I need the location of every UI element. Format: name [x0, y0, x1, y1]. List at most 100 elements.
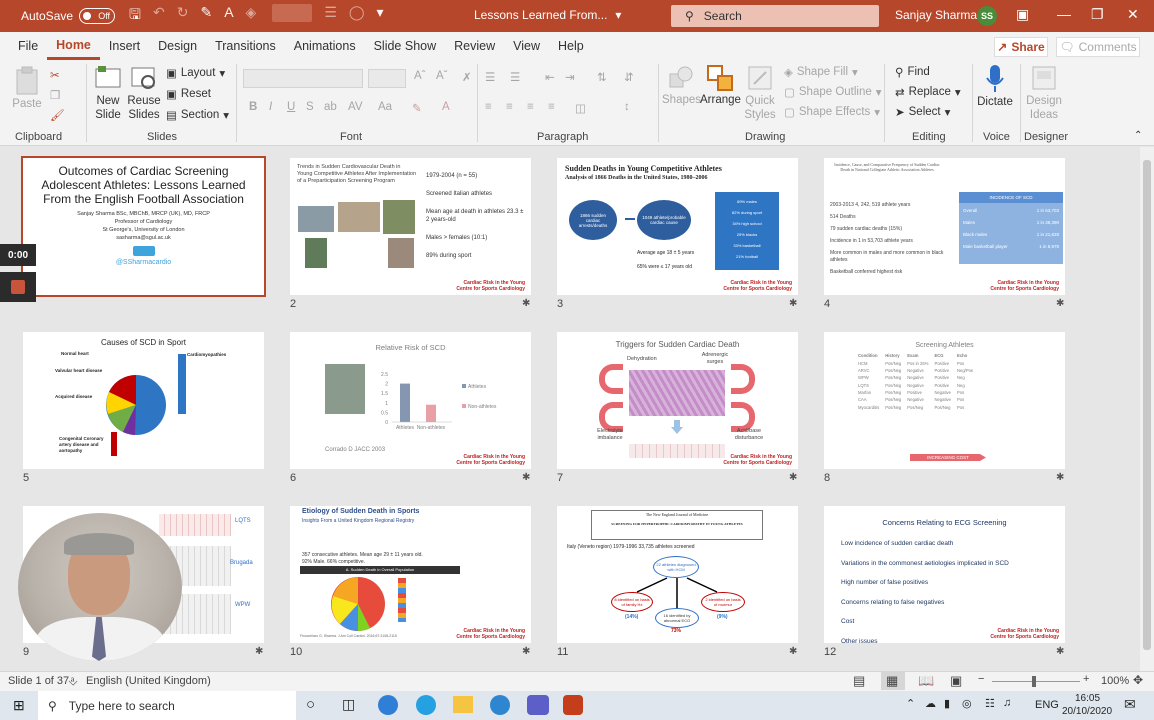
zoom-out-icon[interactable]: − — [978, 673, 984, 685]
change-case-icon[interactable]: Aa — [378, 101, 392, 113]
slide-thumbnail-3[interactable]: Sudden Deaths in Young Competitive Athle… — [557, 158, 798, 295]
zoom-level[interactable]: 100% — [1101, 675, 1129, 687]
proofing-icon[interactable]: ⎀ — [68, 674, 78, 689]
arrange-button[interactable]: Arrange — [700, 64, 741, 106]
wifi-icon[interactable]: ◎ — [962, 697, 972, 710]
zoom-in-icon[interactable]: + — [1083, 673, 1089, 685]
windows-start-icon[interactable]: ⊞ — [13, 697, 25, 714]
format-painter-icon[interactable]: 🖌 — [50, 108, 65, 122]
line-spacing-icon[interactable]: ⇅ — [597, 70, 607, 84]
clock-date[interactable]: 20/10/2020 — [1062, 706, 1112, 717]
tab-home[interactable]: Home — [47, 32, 100, 60]
fit-to-window-icon[interactable]: ✥ — [1133, 673, 1143, 687]
highlight-icon[interactable]: ✎ — [412, 101, 422, 115]
design-ideas-button[interactable]: Design Ideas — [1024, 64, 1064, 122]
teams-icon[interactable] — [527, 695, 549, 715]
autosave-control[interactable]: AutoSave Off — [21, 8, 116, 24]
align-text-icon[interactable]: ↕ — [624, 101, 630, 113]
ribbon-display-icon[interactable]: ▣ — [1016, 6, 1029, 23]
shapes-button[interactable]: Shapes — [662, 64, 701, 106]
find-button[interactable]: ⚲ Find — [895, 65, 930, 79]
align-right-icon[interactable]: ≡ — [527, 101, 534, 113]
justify-icon[interactable]: ≡ — [548, 101, 555, 113]
task-view-icon[interactable]: ◫ — [342, 696, 355, 713]
reset-button[interactable]: ▣ Reset — [166, 87, 211, 101]
file-explorer-icon[interactable] — [453, 696, 473, 713]
copy-icon[interactable]: ❐ — [50, 88, 60, 102]
grow-font-icon[interactable]: Aˆ — [414, 70, 426, 82]
battery-icon[interactable]: ▮ — [944, 697, 950, 710]
slide-thumbnail-5[interactable]: Causes of SCD in Sport Normal heart Card… — [23, 332, 264, 469]
search-box[interactable]: ⚲ Search — [671, 5, 879, 27]
tab-view[interactable]: View — [504, 32, 549, 60]
document-title[interactable]: Lessons Learned From... ▾ — [474, 8, 621, 22]
slide-thumbnail-4[interactable]: Incidence, Cause, and Comparative Freque… — [824, 158, 1065, 295]
columns-icon[interactable]: ◫ — [575, 101, 586, 115]
shrink-font-icon[interactable]: Aˇ — [436, 70, 448, 82]
redo-icon[interactable]: ↻ — [177, 4, 189, 28]
shape-effects-button[interactable]: ▢ Shape Effects ▾ — [784, 105, 880, 119]
decrease-indent-icon[interactable]: ⇤ — [545, 70, 555, 84]
onedrive-icon[interactable]: ☁ — [925, 697, 936, 710]
increase-indent-icon[interactable]: ⇥ — [565, 70, 575, 84]
tab-animations[interactable]: Animations — [285, 32, 365, 60]
autosave-toggle[interactable]: Off — [79, 8, 116, 24]
tab-insert[interactable]: Insert — [100, 32, 149, 60]
dictate-button[interactable]: Dictate — [975, 64, 1015, 108]
font-family-select[interactable] — [243, 69, 363, 88]
section-button[interactable]: ▤ Section ▾ — [166, 108, 229, 122]
strikethrough-icon[interactable]: ab — [324, 101, 337, 113]
clock-time[interactable]: 16:05 — [1075, 693, 1100, 704]
select-button[interactable]: ➤ Select ▾ — [895, 105, 950, 119]
slide-thumbnail-2[interactable]: Trends in Sudden Cardiovascular Death in… — [290, 158, 531, 295]
comments-button[interactable]: 🗨 Comments — [1056, 37, 1140, 57]
taskbar-search[interactable]: ⚲ Type here to search — [38, 691, 296, 720]
underline-icon[interactable]: U — [287, 101, 295, 113]
record-button[interactable] — [0, 272, 36, 302]
minimize-icon[interactable]: — — [1057, 6, 1071, 22]
shadow-icon[interactable]: S — [306, 101, 314, 113]
bullets-icon[interactable]: ☰ — [485, 70, 495, 84]
avatar[interactable]: SS — [977, 6, 997, 26]
share-button[interactable]: ↗ Share — [994, 37, 1048, 57]
replace-button[interactable]: ⇄ Replace ▾ — [895, 85, 961, 99]
tab-review[interactable]: Review — [445, 32, 504, 60]
font-color-icon[interactable]: A — [442, 101, 450, 113]
user-name[interactable]: Sanjay Sharma — [895, 8, 977, 22]
powerpoint-icon[interactable] — [563, 695, 583, 715]
font-size-select[interactable] — [368, 69, 406, 88]
edge-icon[interactable] — [378, 695, 398, 715]
customize-icon[interactable]: ▾ — [377, 4, 384, 28]
notifications-icon[interactable]: ✉ — [1124, 696, 1136, 713]
network-icon[interactable]: ☷ — [985, 697, 995, 710]
volume-icon[interactable]: ♫ — [1003, 697, 1011, 709]
slide-sorter-view-icon[interactable]: ▦ — [886, 673, 898, 689]
zoom-slider-thumb[interactable] — [1032, 676, 1036, 687]
bold-icon[interactable]: B — [249, 101, 257, 113]
shape-icon[interactable]: ◯ — [349, 4, 365, 28]
fill-icon[interactable]: ◈ — [246, 4, 257, 28]
bullets-icon[interactable]: ☰ — [324, 4, 337, 28]
new-slide-button[interactable]: New Slide — [90, 64, 126, 122]
scrollbar-thumb[interactable] — [1143, 160, 1151, 650]
tab-file[interactable]: File — [9, 32, 47, 60]
slide-thumbnail-10[interactable]: Etiology of Sudden Death in Sports Insig… — [290, 506, 531, 643]
slide-thumbnail-12[interactable]: Concerns Relating to ECG Screening Low i… — [824, 506, 1065, 643]
tab-design[interactable]: Design — [149, 32, 206, 60]
edge-new-icon[interactable] — [416, 695, 436, 715]
cut-icon[interactable]: ✂ — [50, 68, 60, 82]
app-icon[interactable] — [490, 695, 510, 715]
slide-thumbnail-1[interactable]: Outcomes of Cardiac Screening Adolescent… — [21, 156, 266, 297]
slide-thumbnail-8[interactable]: Screening Athletes Condition History Exam E… — [824, 332, 1065, 469]
text-direction-icon[interactable]: ⇵ — [624, 70, 634, 84]
input-language[interactable]: ENG — [1035, 699, 1059, 711]
align-center-icon[interactable]: ≡ — [506, 101, 513, 113]
slide-thumbnail-7[interactable]: Triggers for Sudden Cardiac Death Dehydr… — [557, 332, 798, 469]
italic-icon[interactable]: I — [269, 101, 272, 113]
tab-slide-show[interactable]: Slide Show — [365, 32, 446, 60]
layout-button[interactable]: ▣ Layout ▾ — [166, 66, 225, 80]
format-painter-icon[interactable]: ✎ — [200, 4, 212, 28]
language-indicator[interactable]: English (United Kingdom) — [86, 675, 211, 687]
normal-view-icon[interactable]: ▤ — [853, 673, 865, 689]
slide-thumbnail-11[interactable]: The New England Journal of Medicine SCRE… — [557, 506, 798, 643]
